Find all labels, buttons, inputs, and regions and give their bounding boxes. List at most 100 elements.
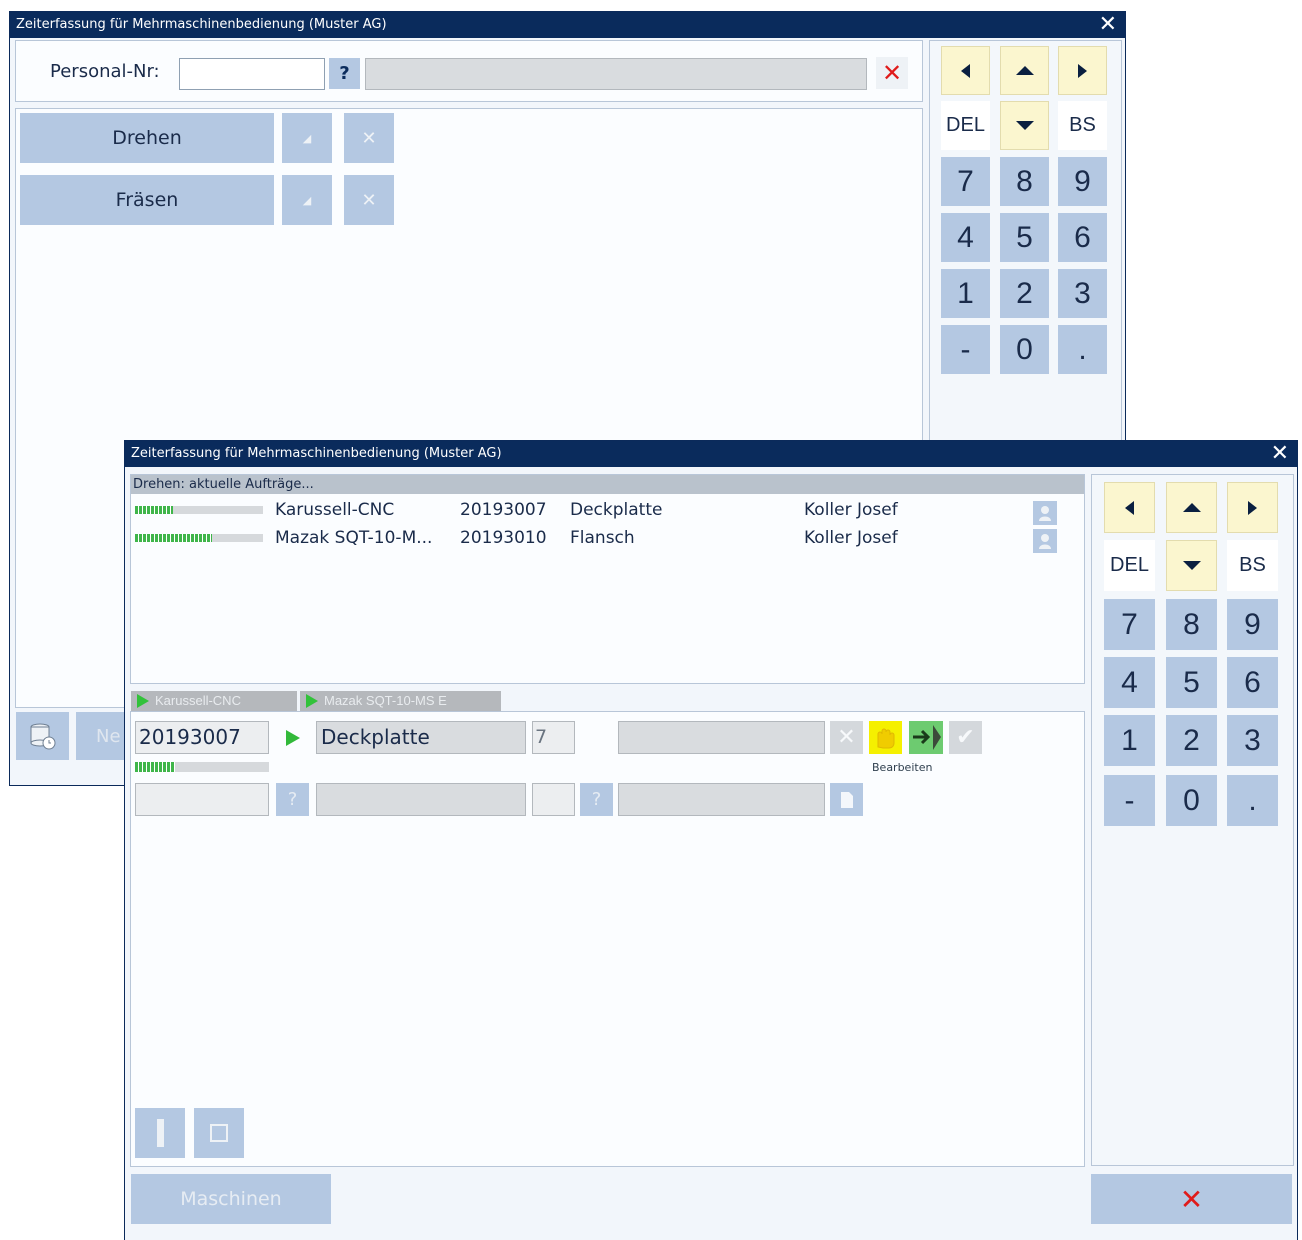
arrow-up-key[interactable]	[1000, 46, 1049, 95]
digit-key[interactable]: 9	[1227, 599, 1278, 650]
order-progress	[135, 506, 263, 514]
personal-input[interactable]	[179, 58, 325, 90]
digit-key[interactable]: 7	[1104, 599, 1155, 650]
arrow-right-icon	[1078, 63, 1087, 78]
arrow-up-icon	[1182, 503, 1201, 512]
bar-icon	[156, 1119, 164, 1147]
document-icon[interactable]	[830, 783, 863, 816]
edit-icon[interactable]: ◢	[282, 113, 332, 163]
action-caption: Bearbeiten	[872, 761, 933, 774]
order-progress-fill	[135, 506, 174, 514]
bs-key[interactable]: BS	[1058, 101, 1107, 150]
digit-key[interactable]: 2	[1166, 715, 1217, 766]
digit-key[interactable]: 1	[1104, 715, 1155, 766]
arrow-down-key[interactable]	[1166, 540, 1217, 591]
order-progress-fill	[135, 762, 176, 772]
del-key[interactable]: DEL	[941, 101, 990, 150]
digit-key[interactable]: 9	[1058, 157, 1107, 206]
personal-label: Personal-Nr:	[50, 61, 160, 82]
arrow-process-icon[interactable]	[909, 721, 943, 754]
close-icon[interactable]: ✕	[1099, 12, 1117, 38]
del-key[interactable]: DEL	[1104, 540, 1155, 591]
order-progress-fill	[135, 534, 212, 542]
machine-name: Karussell-CNC	[275, 500, 395, 520]
table-row[interactable]: Karussell-CNC 20193007 Deckplatte Koller…	[131, 497, 1084, 525]
group-button-fraesen[interactable]: Fräsen	[20, 175, 274, 225]
digit-key[interactable]: 6	[1227, 657, 1278, 708]
group-button-drehen[interactable]: Drehen	[20, 113, 274, 163]
digit-key[interactable]: 0	[1166, 775, 1217, 826]
order-input-2[interactable]	[135, 783, 269, 816]
machine-name: Mazak SQT-10-M...	[275, 528, 433, 548]
digit-key[interactable]: 3	[1058, 269, 1107, 318]
arrow-down-key[interactable]	[1000, 101, 1049, 150]
edit-icon[interactable]: ◢	[282, 175, 332, 225]
title-bar: Zeiterfassung für Mehrmaschinenbedienung…	[125, 441, 1297, 467]
digit-key[interactable]: 8	[1166, 599, 1217, 650]
delete-icon[interactable]: ✕	[344, 175, 394, 225]
arrow-right-key[interactable]	[1227, 482, 1278, 533]
tab-mazak[interactable]: Mazak SQT-10-MS E	[300, 691, 501, 711]
keypad-panel: DEL BS 7 8 9 4 5 6 1 2 3 - 0 .	[1091, 474, 1294, 1166]
digit-key[interactable]: -	[1104, 775, 1155, 826]
status-field-2	[618, 783, 825, 816]
digit-key[interactable]: 5	[1166, 657, 1217, 708]
quantity-field[interactable]: 7	[532, 721, 575, 754]
person-name: Koller Josef	[804, 528, 898, 548]
digit-key[interactable]: 7	[941, 157, 990, 206]
part-name: Deckplatte	[570, 500, 663, 520]
database-clock-icon	[30, 723, 55, 750]
digit-key[interactable]: 5	[1000, 213, 1049, 262]
personal-help-button[interactable]: ?	[329, 58, 360, 89]
arrow-left-icon	[1125, 500, 1134, 515]
arrow-up-key[interactable]	[1166, 482, 1217, 533]
square-icon	[210, 1124, 228, 1142]
arrow-left-key[interactable]	[1104, 482, 1155, 533]
delete-icon[interactable]: ✕	[344, 113, 394, 163]
person-icon[interactable]	[1033, 529, 1057, 553]
person-name: Koller Josef	[804, 500, 898, 520]
part-field-2	[316, 783, 526, 816]
digit-key[interactable]: 4	[1104, 657, 1155, 708]
arrow-left-key[interactable]	[941, 46, 990, 95]
pause-hand-icon[interactable]	[869, 721, 902, 754]
table-row[interactable]: Mazak SQT-10-M... 20193010 Flansch Kolle…	[131, 525, 1084, 553]
database-clock-button[interactable]	[16, 712, 69, 760]
digit-key[interactable]: .	[1058, 325, 1107, 374]
list-header: Drehen: aktuelle Aufträge...	[131, 475, 1084, 494]
quantity-input-2[interactable]	[532, 783, 575, 816]
digit-key[interactable]: 4	[941, 213, 990, 262]
cancel-icon: ✕	[1179, 1182, 1204, 1216]
digit-key[interactable]: 0	[1000, 325, 1049, 374]
window-orders: Zeiterfassung für Mehrmaschinenbedienung…	[124, 440, 1298, 1240]
digit-key[interactable]: -	[941, 325, 990, 374]
person-icon[interactable]	[1033, 501, 1057, 525]
check-icon[interactable]: ✔	[949, 721, 982, 754]
play-icon	[306, 694, 318, 708]
order-progress	[135, 762, 269, 772]
order-number: 20193007	[460, 500, 547, 520]
digit-key[interactable]: .	[1227, 775, 1278, 826]
order-field[interactable]: 20193007	[135, 721, 269, 754]
clear-icon[interactable]: ✕	[876, 57, 908, 89]
tab-karussell-cnc[interactable]: Karussell-CNC	[131, 691, 297, 711]
arrow-right-key[interactable]	[1058, 46, 1107, 95]
arrow-left-icon	[961, 63, 970, 78]
digit-key[interactable]: 3	[1227, 715, 1278, 766]
digit-key[interactable]: 6	[1058, 213, 1107, 262]
digit-key[interactable]: 1	[941, 269, 990, 318]
help-button[interactable]: ?	[580, 783, 613, 816]
cancel-button[interactable]: ✕	[1091, 1174, 1292, 1224]
cancel-order-icon[interactable]: ✕	[830, 721, 863, 754]
orders-list: Drehen: aktuelle Aufträge... Karussell-C…	[130, 474, 1085, 684]
arrow-up-icon	[1015, 66, 1034, 75]
digit-key[interactable]: 2	[1000, 269, 1049, 318]
start-button[interactable]	[135, 1108, 185, 1158]
digit-key[interactable]: 8	[1000, 157, 1049, 206]
maschinen-button[interactable]: Maschinen	[131, 1174, 331, 1224]
help-button[interactable]: ?	[276, 783, 309, 816]
bs-key[interactable]: BS	[1227, 540, 1278, 591]
play-icon[interactable]	[286, 730, 300, 746]
close-icon[interactable]: ✕	[1271, 441, 1289, 467]
stop-button[interactable]	[194, 1108, 244, 1158]
